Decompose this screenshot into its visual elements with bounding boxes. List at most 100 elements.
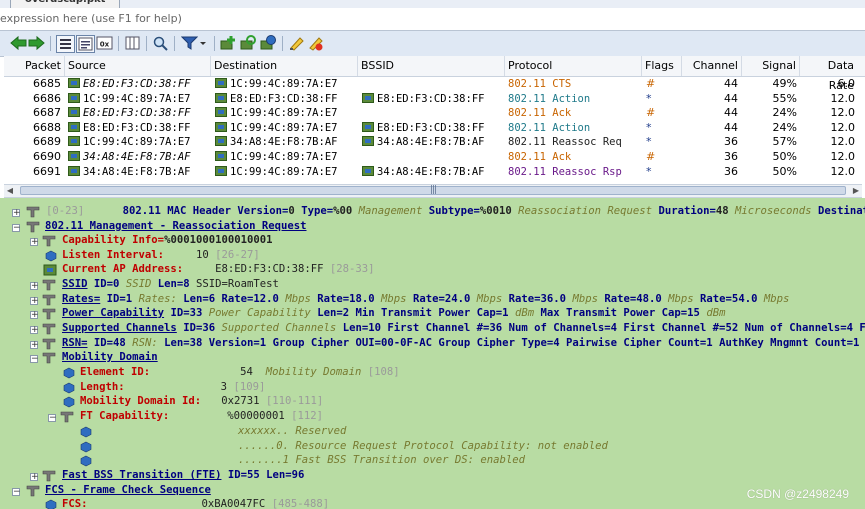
mobility-domain[interactable]: Mobility Domain xyxy=(62,350,158,365)
col-flags[interactable]: Flags xyxy=(642,56,682,76)
channel-cell: 44 xyxy=(724,77,738,90)
add-icon[interactable] xyxy=(220,35,237,51)
col-destination[interactable]: Destination xyxy=(211,56,358,76)
signal-cell: 24% xyxy=(772,106,797,120)
col-protocol[interactable]: Protocol xyxy=(505,56,642,76)
collapse-icon[interactable]: − xyxy=(12,488,21,497)
scroll-left-icon[interactable]: ◀ xyxy=(4,185,16,197)
source-address: E8:ED:F3:CD:38:FF xyxy=(83,121,191,134)
signal-cell: 24% xyxy=(772,120,797,134)
packet-number: 6687 xyxy=(33,106,61,120)
collapse-icon[interactable]: − xyxy=(30,355,39,364)
protocol-cell: 802.11 Action xyxy=(508,121,591,134)
network-icon xyxy=(215,78,227,88)
filter-dropdown-icon[interactable] xyxy=(198,35,208,51)
save-icon[interactable] xyxy=(260,35,277,51)
expand-icon[interactable]: + xyxy=(30,238,39,247)
listen-interval[interactable]: Listen Interval: 10 [26-27] xyxy=(62,248,260,263)
expand-icon[interactable]: + xyxy=(30,473,39,482)
expand-icon[interactable]: + xyxy=(30,341,39,350)
field-icon xyxy=(42,470,56,482)
mobility-domain-id[interactable]: Mobility Domain Id: 0x2731 [110-111] xyxy=(80,394,323,409)
packet-number: 6685 xyxy=(33,77,61,90)
element-length[interactable]: Length: 3 [109] xyxy=(80,380,265,395)
toolbar-separator xyxy=(174,36,175,51)
filter-icon[interactable] xyxy=(181,35,198,51)
field-icon xyxy=(26,221,40,233)
table-row[interactable]: 6690 34:A8:4E:F8:7B:AF 1C:99:4C:89:7A:E7 80… xyxy=(4,150,865,165)
mac-header-line[interactable]: [0-23] 802.11 MAC Header Version=0 Type=… xyxy=(46,204,865,219)
refresh-icon[interactable] xyxy=(240,35,257,51)
destination-address: 1C:99:4C:89:7A:E7 xyxy=(230,121,338,134)
expand-icon[interactable]: + xyxy=(30,311,39,320)
bssid-cell: 34:A8:4E:F8:7B:AF xyxy=(362,135,505,149)
bit-resource-request[interactable]: ......0. Resource Request Protocol Capab… xyxy=(238,439,608,454)
network-icon xyxy=(68,121,80,132)
table-row[interactable]: 6685 E8:ED:F3:CD:38:FF 1C:99:4C:89:7A:E7 80… xyxy=(4,77,865,92)
toolbar-separator xyxy=(118,36,119,51)
field-icon xyxy=(42,323,56,335)
capture-tab[interactable]: overdscap.pkt xyxy=(10,0,121,8)
columns-icon[interactable] xyxy=(124,35,141,51)
hex-view-icon[interactable]: 0x xyxy=(96,35,113,51)
table-row[interactable]: 6686 1C:99:4C:89:7A:E7 E8:ED:F3:CD:38:FF E8… xyxy=(4,92,865,107)
rsn-element[interactable]: RSN= ID=48 RSN: Len=38 Version=1 Group C… xyxy=(62,336,859,351)
filter-bar xyxy=(0,8,865,31)
bookmark-icon[interactable] xyxy=(288,35,305,51)
table-row[interactable]: 6691 34:A8:4E:F8:7B:AF 1C:99:4C:89:7A:E7 34… xyxy=(4,165,865,180)
col-data-rate[interactable]: Data Rate xyxy=(800,56,857,92)
scrollbar-thumb[interactable]: ||| xyxy=(20,185,846,195)
expand-icon[interactable]: + xyxy=(30,297,39,306)
table-row[interactable]: 6689 1C:99:4C:89:7A:E7 34:A8:4E:F8:7B:AF 34… xyxy=(4,135,865,150)
destination-address: 1C:99:4C:89:7A:E7 xyxy=(230,165,338,178)
network-icon xyxy=(68,136,80,147)
fast-bss-transition[interactable]: Fast BSS Transition (FTE) ID=55 Len=96 xyxy=(62,468,304,483)
channel-cell: 36 xyxy=(724,135,738,149)
protocol-cell: 802.11 Ack xyxy=(508,107,572,120)
expand-icon[interactable]: + xyxy=(30,326,39,335)
highlight-icon[interactable] xyxy=(307,35,324,51)
supported-channels[interactable]: Supported Channels ID=36 Supported Chann… xyxy=(62,321,865,336)
destination-address: 34:A8:4E:F8:7B:AF xyxy=(230,136,338,149)
collapse-icon[interactable]: − xyxy=(48,414,57,423)
table-row[interactable]: 6688 E8:ED:F3:CD:38:FF 1C:99:4C:89:7A:E7 E8… xyxy=(4,121,865,136)
back-arrow-icon[interactable] xyxy=(10,35,27,51)
toolbar: 0x xyxy=(0,31,865,57)
filter-input[interactable] xyxy=(0,10,860,27)
packet-list-scrollbar[interactable]: ◀ ||| ▶ xyxy=(4,184,862,198)
element-id[interactable]: Element ID: 54 Mobility Domain [108] xyxy=(80,365,400,380)
search-icon[interactable] xyxy=(152,35,169,51)
col-signal[interactable]: Signal xyxy=(742,56,800,76)
power-capability[interactable]: Power Capability ID=33 Power Capability … xyxy=(62,306,725,321)
list-view-icon[interactable] xyxy=(56,35,75,53)
table-row[interactable]: 6687 E8:ED:F3:CD:38:FF 1C:99:4C:89:7A:E7 80… xyxy=(4,106,865,121)
ssid-element[interactable]: SSID ID=0 SSID Len=8 SSID=RoamTest xyxy=(62,277,279,292)
forward-arrow-icon[interactable] xyxy=(28,35,45,51)
signal-cell: 55% xyxy=(772,91,797,105)
signal-cell: 49% xyxy=(772,77,797,90)
col-source[interactable]: Source xyxy=(65,56,211,76)
management-section[interactable]: 802.11 Management - Reassociation Reques… xyxy=(45,219,307,234)
bit-fast-bss-over-ds[interactable]: .......1 Fast BSS Transition over DS: en… xyxy=(238,453,525,468)
rates-element[interactable]: Rates= ID=1 Rates: Len=6 Rate=12.0 Mbps … xyxy=(62,292,789,307)
bit-reserved[interactable]: xxxxxx.. Reserved xyxy=(238,424,346,439)
col-channel[interactable]: Channel xyxy=(682,56,742,76)
capability-info[interactable]: Capability Info=%0001000100010001 xyxy=(62,233,273,248)
ft-capability[interactable]: FT Capability: %00000001 [112] xyxy=(80,409,323,424)
network-icon xyxy=(68,165,80,176)
expand-icon[interactable]: + xyxy=(12,209,21,218)
detail-view-icon[interactable] xyxy=(76,35,95,53)
collapse-icon[interactable]: − xyxy=(12,224,21,233)
channel-cell: 36 xyxy=(724,150,738,163)
expand-icon[interactable]: + xyxy=(30,282,39,291)
fcs-section[interactable]: FCS - Frame Check Sequence xyxy=(45,483,211,498)
col-packet[interactable]: Packet xyxy=(4,56,65,76)
network-icon xyxy=(43,264,57,276)
fcs-value[interactable]: FCS: 0xBA0047FC [485-488] xyxy=(62,497,329,509)
current-ap-address[interactable]: Current AP Address: E8:ED:F3:CD:38:FF [2… xyxy=(62,262,375,277)
watermark: CSDN @z2498249 xyxy=(746,487,849,501)
flags-cell: * xyxy=(646,164,652,178)
col-bssid[interactable]: BSSID xyxy=(358,56,505,76)
network-icon xyxy=(362,92,374,103)
scroll-right-icon[interactable]: ▶ xyxy=(850,185,862,197)
